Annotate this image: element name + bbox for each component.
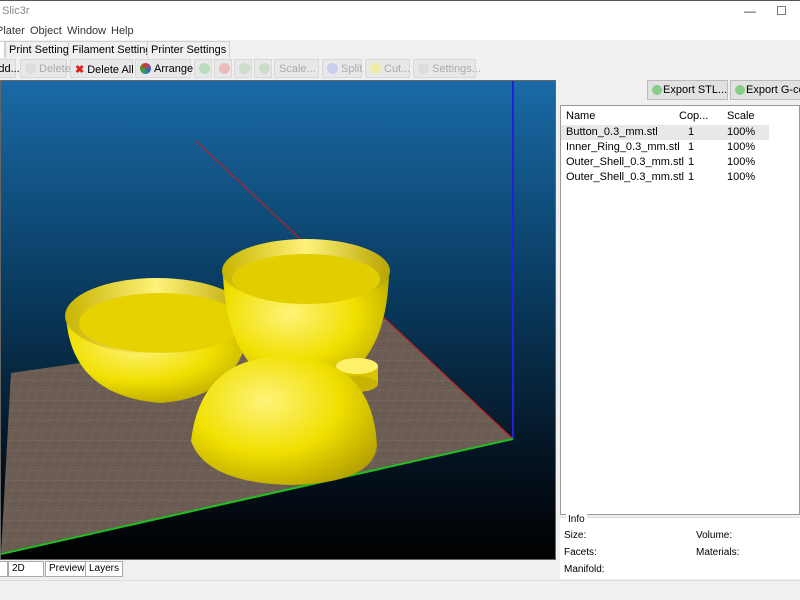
- object-scale: 100%: [727, 126, 756, 138]
- column-copies[interactable]: Cop...: [679, 110, 708, 122]
- maximize-button[interactable]: ☐: [776, 4, 787, 18]
- delete-label: Delete: [39, 63, 71, 75]
- settings-button[interactable]: Settings...: [413, 59, 481, 78]
- object-scale: 100%: [727, 156, 756, 168]
- increase-button[interactable]: [194, 59, 212, 78]
- column-scale[interactable]: Scale: [727, 110, 755, 122]
- decrease-button[interactable]: [214, 59, 232, 78]
- object-name: Inner_Ring_0.3_mm.stl: [566, 141, 680, 153]
- object-list[interactable]: Name Cop... Scale Button_0.3_mm.stl 1 100%…: [560, 105, 800, 515]
- object-name: Outer_Shell_0.3_mm.stl: [566, 156, 684, 168]
- x-icon: ✖: [75, 64, 85, 76]
- object-copies: 1: [688, 141, 695, 153]
- table-row[interactable]: Inner_Ring_0.3_mm.stl 1 100%: [561, 140, 769, 155]
- gear-icon: [418, 63, 429, 74]
- list-header: Name Cop... Scale: [561, 109, 769, 124]
- menu-window[interactable]: Window: [67, 25, 106, 37]
- menu-bar: Plater Object Window Help: [0, 22, 800, 40]
- minus-icon: [219, 63, 230, 74]
- info-title: Info: [566, 514, 587, 525]
- 3d-viewport[interactable]: [0, 80, 556, 560]
- add-label: Add...: [0, 63, 20, 75]
- window-title: Slic3r: [2, 5, 30, 17]
- export-gcode-label: Export G-code...: [746, 84, 800, 96]
- delete-icon: [25, 63, 36, 74]
- export-gcode-button[interactable]: Export G-code...: [730, 80, 800, 100]
- cut-button[interactable]: Cut...: [365, 59, 410, 78]
- menu-plater[interactable]: Plater: [0, 25, 25, 37]
- add-button[interactable]: Add...: [0, 59, 20, 78]
- tab-2d[interactable]: 2D: [8, 561, 44, 577]
- info-manifold: Manifold:: [564, 564, 605, 575]
- column-name[interactable]: Name: [566, 110, 595, 122]
- rotate-right-button[interactable]: [254, 59, 272, 78]
- scale-button[interactable]: Scale...: [274, 59, 319, 78]
- rotate-left-icon: [239, 63, 250, 74]
- object-copies: 1: [688, 171, 695, 183]
- object-name: Button_0.3_mm.stl: [566, 126, 658, 138]
- cut-icon: [370, 63, 381, 74]
- delete-all-button[interactable]: ✖ Delete All: [70, 59, 134, 78]
- info-size: Size:: [564, 530, 587, 541]
- object-name: Outer_Shell_0.3_mm.stl: [566, 171, 684, 183]
- delete-button[interactable]: Delete: [20, 59, 71, 78]
- arrange-label: Arrange: [154, 63, 194, 75]
- object-copies: 1: [688, 156, 695, 168]
- info-facets: Facets:: [564, 547, 597, 558]
- object-scale: 100%: [727, 141, 756, 153]
- info-volume: Volume:: [696, 530, 733, 541]
- table-row[interactable]: Button_0.3_mm.stl 1 100%: [561, 125, 769, 140]
- export-icon: [735, 85, 745, 95]
- rotate-right-icon: [259, 63, 270, 74]
- scene: [1, 81, 514, 555]
- tab-preview[interactable]: Preview: [45, 561, 89, 577]
- table-row[interactable]: Outer_Shell_0.3_mm.stl 1 100%: [561, 170, 769, 185]
- menu-help[interactable]: Help: [111, 25, 134, 37]
- minimize-button[interactable]: —: [744, 4, 756, 18]
- menu-object[interactable]: Object: [30, 25, 62, 37]
- object-scale: 100%: [727, 171, 756, 183]
- delete-all-label: Delete All: [87, 64, 134, 76]
- settings-tabs: Print Settings Filament Settings Printer…: [0, 40, 800, 58]
- arrange-icon: [140, 63, 151, 74]
- tab-printer-settings[interactable]: Printer Settings: [147, 41, 231, 58]
- object-copies: 1: [688, 126, 695, 138]
- split-label: Split: [341, 63, 363, 75]
- export-icon: [652, 85, 662, 95]
- status-bar: [0, 580, 800, 600]
- toolbar: Add... Delete ✖Delete All Arrange Scale.…: [0, 58, 800, 78]
- plus-icon: [199, 63, 210, 74]
- right-panel: Export STL... Export G-code... Name Cop.…: [558, 80, 800, 580]
- split-icon: [327, 63, 338, 74]
- rotate-left-button[interactable]: [234, 59, 252, 78]
- export-stl-button[interactable]: Export STL...: [647, 80, 728, 100]
- title-bar: Slic3r — ☐: [0, 0, 800, 22]
- split-button[interactable]: Split: [322, 59, 362, 78]
- arrange-button[interactable]: Arrange: [135, 59, 194, 78]
- info-panel: Info Size: Volume: Facets: Materials: Ma…: [560, 514, 800, 579]
- scale-label: Scale...: [279, 63, 316, 75]
- info-materials: Materials:: [696, 547, 740, 558]
- tab-layers[interactable]: Layers: [85, 561, 124, 577]
- settings-label: Settings...: [432, 63, 481, 75]
- table-row[interactable]: Outer_Shell_0.3_mm.stl 1 100%: [561, 155, 769, 170]
- cut-label: Cut...: [384, 63, 411, 75]
- export-stl-label: Export STL...: [663, 84, 728, 96]
- tab-3d[interactable]: [0, 561, 8, 577]
